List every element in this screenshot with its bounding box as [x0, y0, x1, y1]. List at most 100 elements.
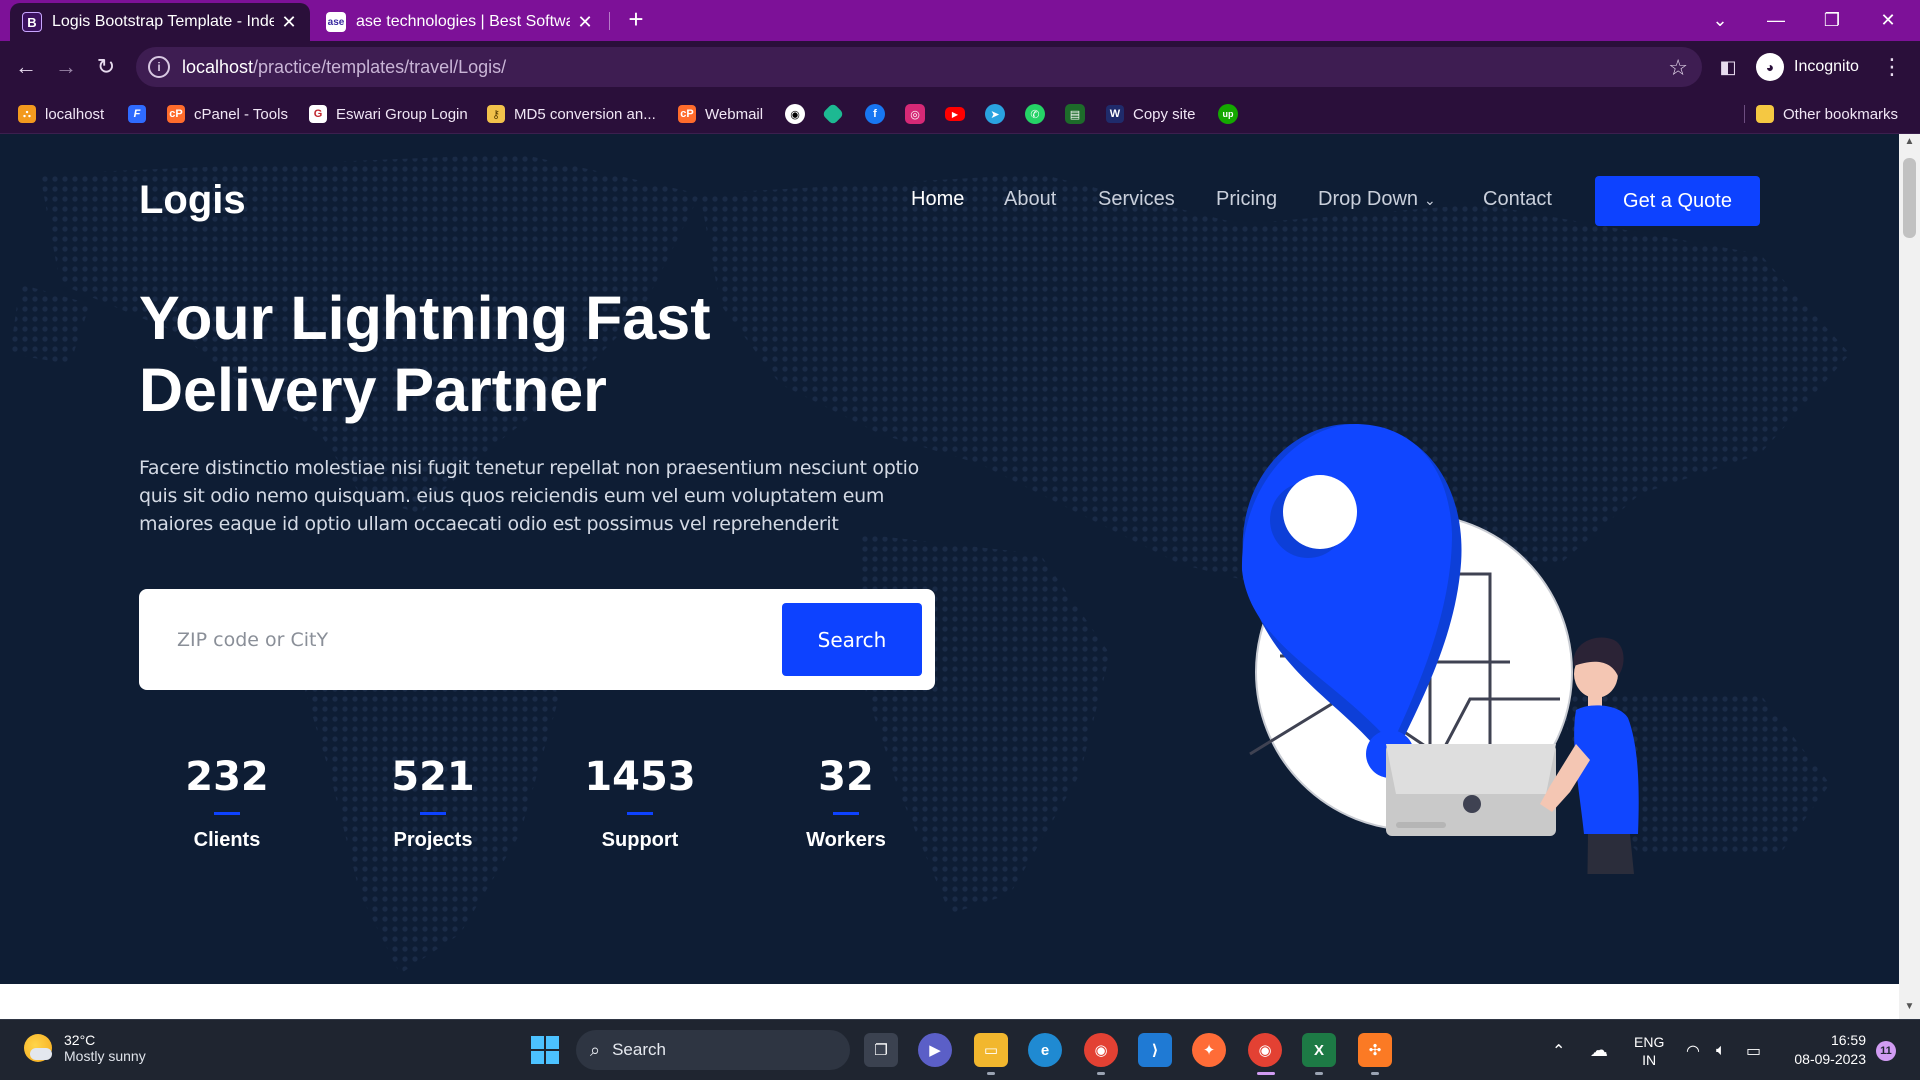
scroll-down-arrow-icon[interactable]: ▼ [1899, 1001, 1920, 1017]
parcel-box [1386, 744, 1556, 836]
weather-temp: 32°C [64, 1032, 96, 1048]
tab-ase[interactable]: ase ase technologies | Best Software ✕ [314, 3, 606, 41]
nav-about[interactable]: About [1004, 188, 1056, 211]
site-logo[interactable]: Logis [139, 178, 246, 223]
scrollbar-thumb[interactable] [1903, 158, 1916, 238]
hero-title: Your Lightning Fast Delivery Partner [139, 282, 899, 426]
stat-label: Workers [806, 829, 886, 851]
address-bar[interactable]: i localhost /practice/templates/travel/L… [136, 47, 1702, 87]
language-indicator[interactable]: ENG IN [1634, 1020, 1664, 1080]
bookmark-webmail[interactable]: cP Webmail [678, 102, 763, 126]
nav-contact[interactable]: Contact [1483, 188, 1552, 211]
stat-clients: 232 Clients [147, 754, 307, 852]
tab-search-chevron-icon[interactable]: ⌄ [1692, 0, 1748, 41]
side-panel-icon[interactable]: ◧ [1712, 51, 1744, 83]
weather-widget[interactable]: 32°C Mostly sunny [24, 1032, 146, 1064]
bookmarks-bar: ⛬ localhost F cP cPanel - Tools G Eswari… [0, 93, 1920, 134]
stat-value: 232 [185, 754, 269, 800]
page-scrollbar[interactable]: ▲ ▼ [1899, 134, 1920, 1019]
new-tab-button[interactable]: + [622, 6, 650, 34]
bookmark-eswari[interactable]: G Eswari Group Login [309, 102, 468, 126]
stat-divider [627, 812, 653, 815]
postman-icon[interactable]: ✦ [1192, 1033, 1226, 1067]
stat-value: 1453 [584, 754, 696, 800]
teams-chat-icon[interactable]: ▶ [918, 1033, 952, 1067]
telegram-icon[interactable]: ➤ [985, 104, 1005, 124]
xampp-icon: ⛬ [18, 105, 36, 123]
menu-kebab-icon[interactable]: ⋮ [1876, 51, 1908, 83]
running-indicator [1371, 1072, 1379, 1075]
stat-support: 1453 Support [560, 754, 720, 852]
close-tab-icon[interactable]: ✕ [280, 12, 298, 33]
upwork-icon[interactable]: up [1218, 104, 1238, 124]
stat-value: 32 [818, 754, 874, 800]
windows-start-icon[interactable] [528, 1033, 562, 1067]
close-window-icon[interactable]: ✕ [1860, 0, 1916, 41]
nav-pricing[interactable]: Pricing [1216, 188, 1277, 211]
bookmark-cpanel[interactable]: cP cPanel - Tools [167, 102, 288, 126]
sunny-weather-icon [24, 1034, 52, 1062]
diamond-icon[interactable] [821, 102, 845, 126]
task-view-icon[interactable]: ❐ [864, 1033, 898, 1067]
incognito-profile[interactable]: ◕ Incognito [1756, 49, 1859, 85]
site-info-icon[interactable]: i [148, 56, 170, 78]
onedrive-cloud-icon[interactable]: ☁ [1590, 1020, 1608, 1080]
stat-label: Projects [393, 829, 473, 851]
chevron-down-icon: ⌄ [1424, 192, 1436, 208]
excel-icon[interactable]: X [1302, 1033, 1336, 1067]
scroll-up-arrow-icon[interactable]: ▲ [1899, 136, 1920, 152]
notification-badge[interactable]: 11 [1876, 1041, 1896, 1061]
bookmark-copy-site[interactable]: W Copy site [1106, 102, 1196, 126]
nav-services[interactable]: Services [1098, 188, 1175, 211]
taskbar-search[interactable]: ⌕ Search [576, 1030, 850, 1070]
nav-home[interactable]: Home [911, 188, 964, 211]
get-a-quote-button[interactable]: Get a Quote [1595, 176, 1760, 226]
chrome-icon[interactable]: ◉ [1084, 1033, 1118, 1067]
tab-separator [609, 12, 610, 30]
back-arrow-icon[interactable]: ← [10, 51, 42, 83]
bookmark-localhost[interactable]: ⛬ localhost [18, 102, 104, 126]
reload-icon[interactable]: ↻ [90, 51, 122, 83]
hero-title-line-1: Your Lightning Fast [139, 284, 711, 352]
bookmark-md5[interactable]: ⚷ MD5 conversion an... [487, 102, 656, 126]
sheet-icon[interactable]: ▤ [1065, 104, 1085, 124]
restore-icon[interactable]: ❐ [1804, 0, 1860, 41]
chrome-incognito-icon[interactable]: ◉ [1248, 1033, 1282, 1067]
taskbar-clock[interactable]: 16:59 08-09-2023 [1786, 1031, 1866, 1069]
stat-label: Support [601, 829, 679, 851]
bookmark-star-icon[interactable]: ☆ [1668, 55, 1688, 81]
edge-icon[interactable]: e [1028, 1033, 1062, 1067]
bookmark-f[interactable]: F [128, 102, 155, 126]
xampp-icon[interactable]: ✣ [1358, 1033, 1392, 1067]
whatsapp-icon[interactable]: ✆ [1025, 104, 1045, 124]
wifi-icon[interactable]: ◠ [1686, 1020, 1700, 1080]
tab-logis[interactable]: B Logis Bootstrap Template - Index ✕ [10, 3, 310, 41]
stat-divider [420, 812, 446, 815]
page-viewport: Logis Home About Services Pricing Drop D… [0, 134, 1899, 984]
stat-divider [214, 812, 240, 815]
youtube-icon[interactable]: ▶ [945, 107, 965, 121]
forward-arrow-icon[interactable]: → [50, 51, 82, 83]
file-explorer-icon[interactable]: ▭ [974, 1033, 1008, 1067]
stat-label: Clients [193, 829, 261, 851]
hero-title-line-2: Delivery Partner [139, 356, 607, 424]
vscode-icon[interactable]: ⟩ [1138, 1033, 1172, 1067]
clock-date: 08-09-2023 [1794, 1051, 1866, 1067]
other-bookmarks[interactable]: Other bookmarks [1756, 102, 1898, 126]
tab-strip: B Logis Bootstrap Template - Index ✕ ase… [0, 0, 1920, 41]
bootstrap-favicon-icon: B [22, 12, 42, 32]
nav-dropdown[interactable]: Drop Down ⌄ [1318, 188, 1436, 211]
running-indicator [987, 1072, 995, 1075]
instagram-icon[interactable]: ◎ [905, 104, 925, 124]
minimize-icon[interactable]: — [1748, 0, 1804, 41]
battery-icon[interactable]: ▭ [1746, 1020, 1761, 1080]
stat-value: 521 [391, 754, 475, 800]
facebook-icon[interactable]: f [865, 104, 885, 124]
close-tab-icon[interactable]: ✕ [576, 12, 594, 33]
search-button[interactable]: Search [782, 603, 922, 676]
tray-overflow-chevron-icon[interactable]: ⌃ [1552, 1020, 1565, 1080]
delivery-illustration [1241, 423, 1639, 874]
volume-icon[interactable]: 🔈︎ [1716, 1020, 1726, 1080]
eswari-icon: G [309, 105, 327, 123]
github-icon[interactable]: ◉ [785, 104, 805, 124]
